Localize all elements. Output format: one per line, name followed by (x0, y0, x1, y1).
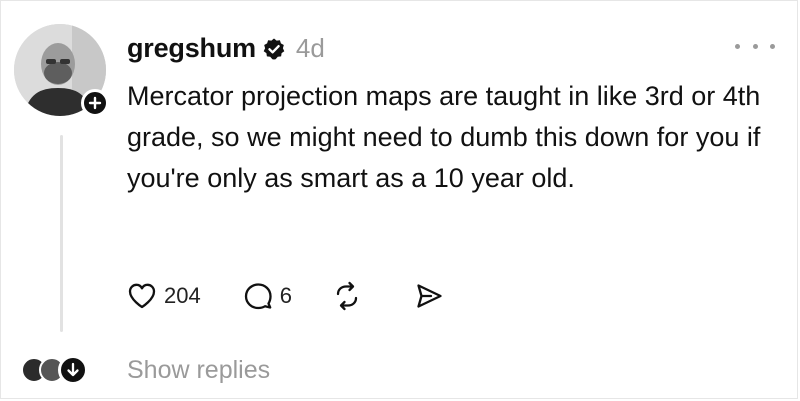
repost-button[interactable] (332, 281, 362, 311)
post-body: Mercator projection maps are taught in l… (127, 81, 761, 193)
plus-icon (88, 96, 102, 110)
follow-button[interactable] (81, 89, 109, 117)
replies-row: Show replies (21, 353, 270, 387)
comment-icon (244, 283, 272, 310)
arrow-down-icon (67, 362, 79, 377)
more-options-button[interactable] (735, 36, 775, 56)
action-bar: 204 6 (127, 280, 444, 312)
replier-avatars (21, 353, 101, 387)
like-button[interactable]: 204 (127, 281, 201, 311)
post-header: gregshum 4d (127, 30, 325, 66)
reply-button[interactable]: 6 (243, 281, 292, 311)
expand-replies-button[interactable] (58, 355, 88, 385)
share-button[interactable] (414, 281, 444, 311)
send-icon (417, 284, 442, 308)
more-horizontal-icon (735, 43, 740, 49)
verified-badge-icon (263, 38, 285, 60)
thread-line (60, 135, 63, 332)
show-replies-link[interactable]: Show replies (127, 356, 270, 385)
heart-icon (128, 283, 156, 309)
repost-icon (336, 281, 358, 311)
post-container (0, 0, 798, 399)
reply-count: 6 (279, 283, 292, 308)
author-username[interactable]: gregshum (127, 33, 256, 64)
like-count: 204 (164, 283, 201, 308)
post-timestamp: 4d (295, 32, 325, 63)
